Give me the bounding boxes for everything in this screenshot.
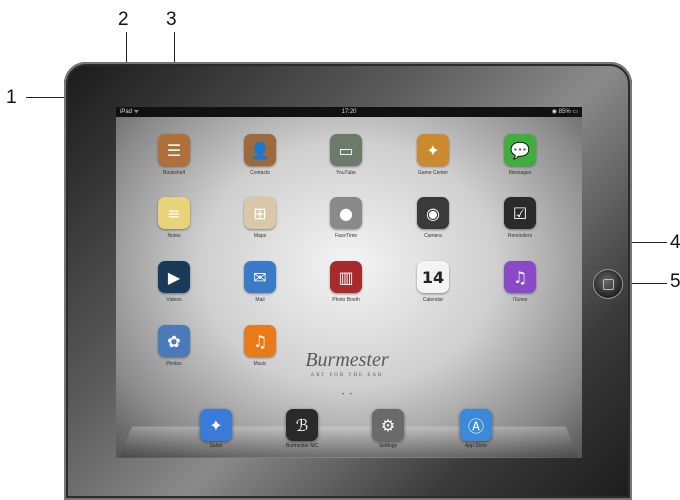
status-bar: iPad ᯤ 17:20 ◉ 85% ▭ bbox=[116, 107, 582, 117]
app-contacts[interactable]: 👤 Contacts bbox=[232, 134, 288, 176]
photos-label: Photos bbox=[166, 361, 182, 367]
app-notes[interactable]: ≡ Notes bbox=[146, 197, 202, 239]
callout-3: 3 bbox=[166, 9, 177, 30]
facetime-icon: ● bbox=[330, 197, 362, 229]
status-battery: ◉ 85% ▭ bbox=[551, 109, 578, 115]
music-label: Music bbox=[253, 361, 267, 367]
maps-label: Maps bbox=[253, 233, 267, 239]
app-store-label: App Store bbox=[464, 443, 488, 449]
callout-2-line bbox=[126, 32, 127, 62]
dock-app-app-store[interactable]: Ⓐ App Store bbox=[446, 409, 506, 449]
status-time: 17:20 bbox=[341, 109, 357, 115]
callout-4: 4 bbox=[670, 232, 680, 253]
videos-label: Videos bbox=[166, 297, 182, 303]
mail-icon: ✉ bbox=[244, 261, 276, 293]
music-icon: ♫ bbox=[244, 325, 276, 357]
dock-app-safari[interactable]: ✦ Safari bbox=[186, 409, 246, 449]
game-center-icon: ✦ bbox=[417, 134, 449, 166]
reminders-icon: ☑ bbox=[504, 197, 536, 229]
app-itunes[interactable]: ♫ iTunes bbox=[492, 261, 548, 303]
maps-icon: ⊞ bbox=[244, 197, 276, 229]
callout-1-line bbox=[26, 97, 66, 98]
game-center-label: Game Center bbox=[417, 170, 448, 176]
app-music[interactable]: ♫ Music bbox=[232, 325, 288, 367]
app-calendar[interactable]: 14 Calendar bbox=[405, 261, 461, 303]
app-bookshelf[interactable]: ☰ Bookshelf bbox=[146, 134, 202, 176]
calendar-icon: 14 bbox=[417, 261, 449, 293]
videos-icon: ▶ bbox=[158, 261, 190, 293]
burmester-mc-icon: ℬ bbox=[286, 409, 318, 441]
callout-1: 1 bbox=[6, 87, 17, 108]
app-videos[interactable]: ▶ Videos bbox=[146, 261, 202, 303]
notes-icon: ≡ bbox=[158, 197, 190, 229]
messages-label: Messages bbox=[508, 170, 532, 176]
mail-label: Mail bbox=[255, 297, 265, 303]
bookshelf-icon: ☰ bbox=[158, 134, 190, 166]
app-maps[interactable]: ⊞ Maps bbox=[232, 197, 288, 239]
notes-label: Notes bbox=[167, 233, 181, 239]
settings-icon: ⚙ bbox=[372, 409, 404, 441]
callout-2: 2 bbox=[118, 9, 129, 30]
app-store-icon: Ⓐ bbox=[460, 409, 492, 441]
youtube-icon: ▭ bbox=[330, 134, 362, 166]
itunes-label: iTunes bbox=[512, 297, 528, 303]
photos-icon: ✿ bbox=[158, 325, 190, 357]
app-photos[interactable]: ✿ Photos bbox=[146, 325, 202, 367]
burmester-mc-label: Burmester MC bbox=[285, 443, 319, 449]
app-youtube[interactable]: ▭ YouTube bbox=[318, 134, 374, 176]
messages-icon: 💬 bbox=[504, 134, 536, 166]
safari-icon: ✦ bbox=[200, 409, 232, 441]
calendar-label: Calendar bbox=[422, 297, 444, 303]
logo-wordmark: Burmester bbox=[305, 349, 389, 371]
app-facetime[interactable]: ● FaceTime bbox=[318, 197, 374, 239]
burmester-logo: Burmester ART FOR THE EAR bbox=[292, 349, 402, 378]
callout-3-line bbox=[174, 32, 175, 62]
youtube-label: YouTube bbox=[336, 170, 356, 176]
bookshelf-label: Bookshelf bbox=[163, 170, 185, 176]
dock-app-burmester-mc[interactable]: ℬ Burmester MC bbox=[272, 409, 332, 449]
itunes-icon: ♫ bbox=[504, 261, 536, 293]
app-game-center[interactable]: ✦ Game Center bbox=[405, 134, 461, 176]
photo-booth-label: Photo Booth bbox=[332, 297, 360, 303]
facetime-label: FaceTime bbox=[334, 233, 358, 239]
home-button[interactable] bbox=[594, 270, 622, 298]
contacts-label: Contacts bbox=[250, 170, 270, 176]
safari-label: Safari bbox=[209, 443, 223, 449]
callout-5: 5 bbox=[670, 271, 680, 292]
contacts-icon: 👤 bbox=[244, 134, 276, 166]
camera-label: Camera bbox=[424, 233, 442, 239]
page-indicator[interactable]: • • bbox=[342, 392, 354, 398]
ipad-screen: iPad ᯤ 17:20 ◉ 85% ▭ ☰ Bookshelf 👤 Contacts… bbox=[116, 107, 582, 458]
app-photo-booth[interactable]: ▥ Photo Booth bbox=[318, 261, 374, 303]
app-mail[interactable]: ✉ Mail bbox=[232, 261, 288, 303]
dock-app-settings[interactable]: ⚙ Settings bbox=[358, 409, 418, 449]
app-messages[interactable]: 💬 Messages bbox=[492, 134, 548, 176]
logo-tagline: ART FOR THE EAR bbox=[310, 373, 384, 378]
settings-label: Settings bbox=[378, 443, 398, 449]
camera-icon: ◉ bbox=[417, 197, 449, 229]
app-camera[interactable]: ◉ Camera bbox=[405, 197, 461, 239]
app-reminders[interactable]: ☑ Reminders bbox=[492, 197, 548, 239]
reminders-label: Reminders bbox=[507, 233, 533, 239]
photo-booth-icon: ▥ bbox=[330, 261, 362, 293]
